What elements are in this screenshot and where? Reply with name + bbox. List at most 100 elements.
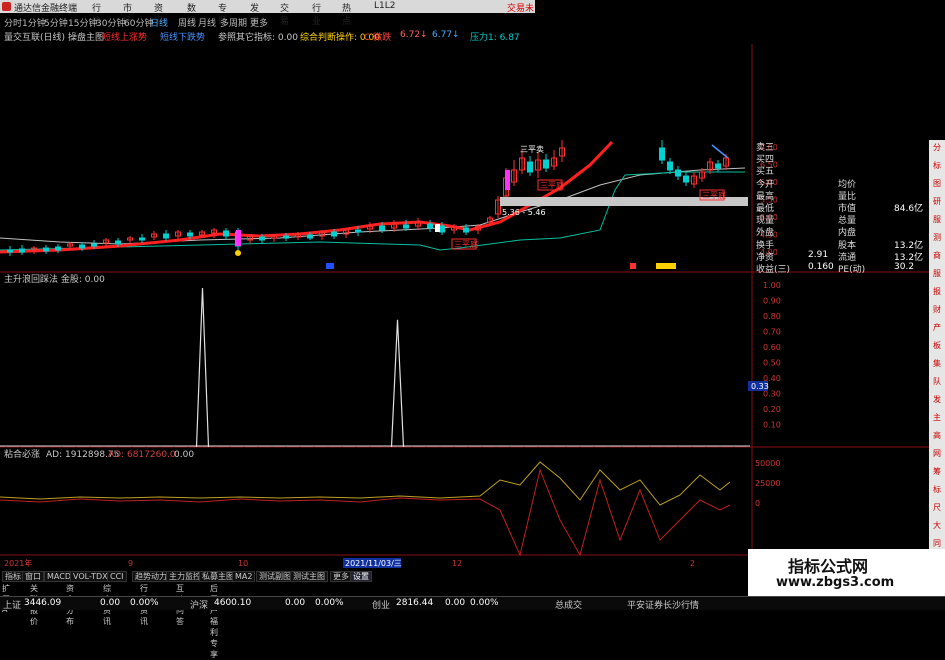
candle-body [43,247,49,252]
watermark-url: www.zbgs3.com [776,575,895,590]
baseline-dot [719,445,721,447]
quote-label: 买五 [756,167,775,178]
date-label: 2021年 [4,558,32,568]
candle-body [543,159,549,169]
baseline-dot [33,445,35,447]
toolbar-button[interactable]: 大 [932,520,942,531]
baseline-dot [159,445,161,447]
toolbar-button[interactable]: 同 [932,538,942,549]
baseline-dot [397,445,399,447]
baseline-dot [243,445,245,447]
candle-body [7,249,13,253]
toolbar-button[interactable]: 图 [932,178,942,189]
price-box-label: 5.36 - 5.46 [502,208,546,217]
toolbar-button[interactable]: 分 [932,142,942,153]
panel3-title: 粘合必涨 [4,448,40,460]
hs-index-value: 4600.10 [214,598,252,608]
indicator-tab[interactable]: 更多 [330,571,352,582]
toolbar-button[interactable]: 板 [932,340,942,351]
candle-body [19,248,25,253]
toolbar-button[interactable]: 标 [932,160,942,171]
panel3-tick-label: 25000 [755,479,780,488]
indicator-tab[interactable]: VOL-TDX [70,571,111,582]
baseline-dot [579,445,581,447]
quote-label: 总量 [838,216,857,227]
indicator-tab[interactable]: 趋势动力 [132,571,170,582]
panel3-extra: 0.00 [174,450,194,460]
toolbar-button[interactable]: 报 [932,286,942,297]
sh-index-value: 3446.09 [24,598,62,608]
baseline-dot [103,445,105,447]
candle-body [91,243,97,247]
toolbar-button[interactable]: 测 [932,232,942,243]
baseline-dot [453,445,455,447]
toolbar-button[interactable]: 网 [932,448,942,459]
panel2-tick-label: 0.50 [763,359,781,368]
indicator-tab[interactable]: CCI [107,571,127,582]
kline-chart[interactable]: 7.006.506.005.505.004.504.001.000.900.80… [0,0,945,609]
candle-body [79,244,85,249]
candle-body [283,235,289,239]
toolbar-button[interactable]: 研 [932,196,942,207]
quote-value: 2.91 [808,249,829,260]
date-label: 10 [238,559,248,568]
quote-label: 今开 [756,179,775,190]
date-label: 2 [690,559,695,568]
toolbar-button[interactable]: 集 [932,358,942,369]
indicator-tab[interactable]: 指标 [2,571,24,582]
toolbar-button[interactable]: 发 [932,394,942,405]
baseline-dot [425,445,427,447]
candle-body [139,237,145,241]
indicator-tab[interactable]: MA2 [232,571,256,582]
toolbar-button[interactable]: 商 [932,250,942,261]
hs-index-pct: 0.00% [315,598,344,608]
cy-index-label: 创业 [372,601,391,611]
indicator-tab[interactable]: 测试主图 [290,571,328,582]
baseline-dot [257,445,259,447]
osc-red [0,468,731,557]
baseline-dot [677,445,679,447]
baseline-dot [145,445,147,447]
toolbar-button[interactable]: 财 [932,304,942,315]
sub-tab[interactable]: 后用户福利专享 [210,583,218,660]
baseline-dot [131,445,133,447]
candle-body [379,225,385,231]
panel2-tick-label: 0.10 [763,421,781,430]
candle-body [115,240,121,245]
toolbar-button[interactable]: 服 [932,268,942,279]
baseline-dot [383,445,385,447]
panel3-tick-label: 50000 [755,459,780,468]
quote-label: 最高 [756,191,775,202]
toolbar-button[interactable]: 尺 [932,502,942,513]
baseline-dot [537,445,539,447]
toolbar-button[interactable]: 标 [932,484,942,495]
candle-body [667,161,673,171]
toolbar-button[interactable]: 队 [932,376,942,387]
signal-label: 三平底 [454,239,478,249]
signal-label: 三平卖 [520,145,544,154]
indicator-tab[interactable]: 测试副图 [256,571,294,582]
baseline-dot [285,445,287,447]
quote-value: 13.2亿 [894,252,924,263]
sh-index-pct: 0.00% [130,598,159,608]
toolbar-button[interactable]: 产 [932,322,942,333]
toolbar-button[interactable]: 筹 [932,466,942,477]
toolbar-button[interactable]: 服 [932,214,942,225]
candle-body [55,246,61,251]
quote-label: 市值 [838,204,857,214]
date-label: 2021/11/03/三 [345,559,402,568]
baseline-dot [61,445,63,447]
broker-name[interactable]: 平安证券长沙行情 [627,598,699,611]
quote-label: 量比 [838,191,857,202]
baseline-dot [19,445,21,447]
baseline-dot [481,445,483,447]
toolbar-button[interactable]: 高 [932,430,942,441]
cy-index-pct: 0.00% [470,598,499,608]
quote-label: 股本 [838,240,857,251]
indicator-tab[interactable]: 设置 [350,571,372,582]
toolbar-button[interactable]: 主 [932,412,942,423]
indicator-tab[interactable]: 窗口 [22,571,44,582]
signal-peak [195,287,210,448]
quote-label: 均价 [838,179,857,190]
baseline-dot [565,445,567,447]
